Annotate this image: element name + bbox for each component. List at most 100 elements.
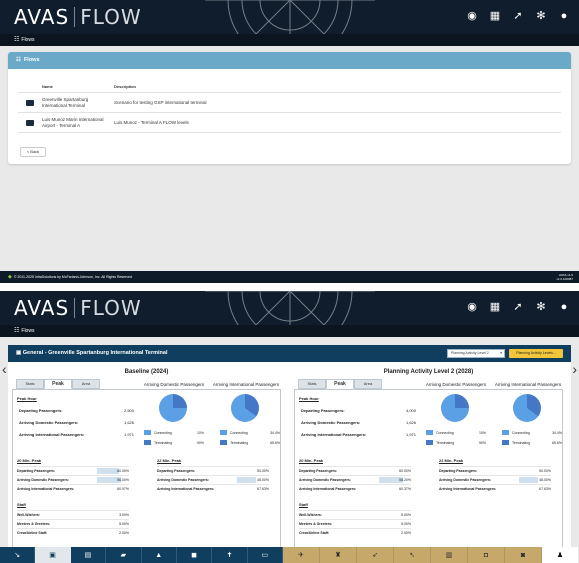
value: 45.00% [257, 478, 269, 482]
grid-icon[interactable]: ▦ [488, 9, 502, 23]
user-icon[interactable]: ● [557, 9, 571, 23]
min22-peak-title: 22 Min. Peak [157, 458, 182, 463]
legend-connecting: Connecting 10% [144, 430, 204, 435]
label: Crew/Airline Staff: [17, 531, 48, 535]
panel-title: Baseline (2024) [124, 369, 169, 375]
open-flow-icon[interactable] [26, 99, 34, 106]
nav-plane-depart-icon[interactable]: ➶ [357, 547, 394, 563]
grid-icon[interactable]: ▦ [488, 300, 502, 314]
label: Arriving Domestic Passengers: [17, 478, 69, 482]
legend-label: Connecting [512, 430, 530, 435]
rocket-icon[interactable]: ➚ [511, 300, 525, 314]
chevron-down-icon: ▾ [500, 351, 502, 355]
min22-arriving-international: Arriving International Passengers: 67.63% [157, 484, 269, 492]
gear-icon[interactable]: ✻ [534, 9, 548, 23]
nav-arrow-icon[interactable]: ↘ [0, 547, 36, 563]
legend-value: 34.4% [552, 430, 562, 435]
breadcrumb-flows[interactable]: Flows [21, 328, 34, 334]
pie-chart-domestic [441, 394, 469, 422]
label: Arriving Domestic Passengers: [301, 420, 361, 425]
flows-card: ☷ Flows Name Description Greenville Spart… [8, 52, 571, 164]
app-logo[interactable]: AVAS FLOW [14, 296, 142, 320]
gear-icon[interactable]: ✻ [534, 300, 548, 314]
nav-id-card-icon[interactable]: ▤ [71, 547, 107, 563]
legend-connecting: Connecting 34.4% [220, 430, 280, 435]
flows-icon: ☷ [14, 328, 20, 334]
nav-luggage-claim-icon[interactable]: ◙ [505, 547, 542, 563]
min22-departing: Departing Passengers: 50.00% [157, 466, 269, 474]
pie-title-international: Arriving International Passengers [494, 382, 562, 387]
legend-label: Connecting [230, 430, 248, 435]
min20-arriving-international: Arriving International Passengers: 60.37% [299, 484, 411, 492]
pie-title-international: Arriving International Passengers [212, 382, 280, 387]
nav-bus-icon[interactable]: ▣ [35, 547, 71, 563]
table-row[interactable]: Greenville Spartanburg International Ter… [18, 93, 561, 113]
legend-terminating: Terminating 65.6% [502, 440, 562, 445]
min22-departing: Departing Passengers: 50.00% [439, 466, 551, 474]
rocket-icon[interactable]: ➚ [511, 9, 525, 23]
breadcrumb-flows[interactable]: Flows [21, 37, 34, 43]
settings-circle-icon[interactable]: ◉ [465, 9, 479, 23]
label: Arriving International Passengers: [19, 432, 85, 437]
nav-walker-icon[interactable]: ♟ [542, 547, 579, 563]
user-icon[interactable]: ● [557, 300, 571, 314]
app-logo[interactable]: AVAS FLOW [14, 5, 142, 29]
logo-flow: FLOW [80, 5, 142, 29]
nav-person-icon[interactable]: ✝ [212, 547, 248, 563]
nav-seat-icon[interactable]: ♜ [320, 547, 357, 563]
open-flow-icon[interactable] [26, 119, 34, 126]
flows-list-screen: AVAS FLOW ◉ ▦ ➚ ✻ ● ☷ Flows ☷ Flows Name De… [0, 0, 579, 283]
header-icons: ◉ ▦ ➚ ✻ ● [465, 9, 571, 23]
compass-decoration-icon [205, 0, 375, 34]
staff-row: Meeters & Greeters: 5.00% [299, 519, 411, 527]
nav-plane-arrive-icon[interactable]: ➴ [394, 547, 431, 563]
tab-area[interactable]: Area [354, 379, 382, 389]
min22-arriving-domestic: Arriving Domestic Passengers: 45.00% [157, 475, 269, 483]
legend-value: 65.6% [270, 440, 280, 445]
settings-circle-icon[interactable]: ◉ [465, 300, 479, 314]
tab-stats[interactable]: Stats [298, 379, 326, 389]
nav-baggage-icon[interactable]: ◘ [468, 547, 505, 563]
min20-departing: Departing Passengers: 60.00% [17, 466, 129, 474]
planning-activity-levels-button[interactable]: Planning Activity Levels... [509, 349, 563, 358]
nav-plane-icon[interactable]: ✈ [283, 547, 320, 563]
tab-area[interactable]: Area [72, 379, 100, 389]
label: Arriving International Passengers: [301, 432, 367, 437]
min20-arriving-international: Arriving International Passengers: 60.97% [17, 484, 129, 492]
legend-label: Terminating [230, 440, 249, 445]
legend-connecting: Connecting 10% [426, 430, 486, 435]
staff-title: Staff [17, 502, 26, 507]
select-value: Planning Activity Level 2 [451, 351, 489, 355]
value: 67.63% [539, 487, 551, 491]
min20-peak-title: 20 Min. Peak [17, 458, 42, 463]
value: 2,500 [123, 408, 134, 413]
nav-bag-icon[interactable]: ▲ [142, 547, 177, 563]
staff-row: Well-Wishers: 3.00% [17, 510, 129, 518]
chevron-left-icon[interactable]: ‹ [2, 361, 7, 377]
label: Departing Passengers: [157, 469, 196, 473]
back-button[interactable]: < Back [20, 147, 46, 157]
nav-luggage-icon[interactable]: ◼ [177, 547, 213, 563]
tab-peak[interactable]: Peak [44, 379, 72, 389]
value: 1,971 [405, 432, 416, 437]
nav-monitor-icon[interactable]: ▭ [248, 547, 283, 563]
nav-vehicle-icon[interactable]: ▰ [106, 547, 142, 563]
card-title: Flows [23, 57, 40, 63]
value: 60.00% [117, 469, 129, 473]
table-row[interactable]: Luis Munoz Marin International Airport -… [18, 113, 561, 133]
leaf-icon: ◆ [8, 274, 12, 280]
planning-level-select[interactable]: Planning Activity Level 2 ▾ [447, 349, 505, 358]
value: 5.00% [401, 513, 411, 517]
legend-label: Terminating [154, 440, 173, 445]
value: 1,626 [123, 420, 134, 425]
tab-stats[interactable]: Stats [16, 379, 44, 389]
value: 1,971 [123, 432, 134, 437]
value: 5.00% [119, 522, 129, 526]
legend-label: Connecting [154, 430, 172, 435]
nav-id-icon[interactable]: ▥ [431, 547, 468, 563]
tab-peak[interactable]: Peak [326, 379, 354, 389]
label: Meeters & Greeters: [299, 522, 333, 526]
legend-terminating: Terminating 90% [426, 440, 486, 445]
label: Well-Wishers: [17, 513, 41, 517]
chevron-right-icon[interactable]: › [572, 361, 577, 377]
